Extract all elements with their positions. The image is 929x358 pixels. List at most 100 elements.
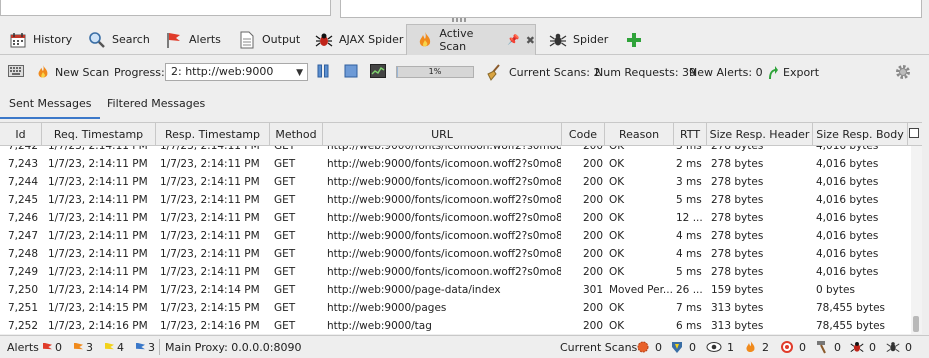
cell-method: GET: [274, 176, 296, 188]
new-scan-flame-icon: [37, 64, 49, 80]
cell-rtt: 3 ms: [676, 146, 702, 152]
cell-resp-timestamp: 1/7/23, 2:14:11 PM: [160, 212, 260, 224]
table-row[interactable]: 7,246 1/7/23, 2:14:11 PM 1/7/23, 2:14:11 P…: [0, 209, 908, 227]
tab-ajax-spider[interactable]: AJAX Spider: [306, 24, 403, 55]
table-row[interactable]: 7,243 1/7/23, 2:14:11 PM 1/7/23, 2:14:11 P…: [0, 155, 908, 173]
column-chooser-icon[interactable]: [909, 128, 919, 138]
table-row[interactable]: 7,248 1/7/23, 2:14:11 PM 1/7/23, 2:14:11 P…: [0, 245, 908, 263]
cell-method: GET: [274, 146, 296, 152]
tab-alerts[interactable]: Alerts: [156, 24, 221, 55]
cell-id: 7,252: [7, 320, 38, 332]
scan-count-target[interactable]: 0: [780, 336, 806, 358]
column-header-req-timestamp[interactable]: Req. Timestamp: [42, 123, 156, 146]
tab-active-scan[interactable]: Active Scan 📌 ✖: [406, 24, 536, 55]
cell-rtt: 3 ms: [676, 176, 702, 188]
keyboard-icon[interactable]: [8, 65, 24, 77]
tab-filtered-messages[interactable]: Filtered Messages: [98, 93, 214, 119]
cell-size-resp-body: 4,016 bytes: [816, 212, 879, 224]
cell-code: 200: [582, 230, 603, 242]
add-tab-button[interactable]: [616, 24, 649, 55]
alert-low-count[interactable]: 4: [105, 336, 124, 358]
broom-icon[interactable]: [485, 63, 503, 81]
tab-spider[interactable]: Spider: [540, 24, 608, 55]
cell-id: 7,244: [7, 176, 38, 188]
tab-history[interactable]: History: [0, 24, 72, 55]
cell-rtt: 12 ...: [676, 212, 703, 224]
cell-req-timestamp: 1/7/23, 2:14:11 PM: [48, 248, 148, 260]
alerts-flag-icon: [165, 31, 183, 49]
cell-resp-timestamp: 1/7/23, 2:14:11 PM: [160, 194, 260, 206]
cell-url: http://web:9000/fonts/icomoon.woff2?s0mo…: [327, 146, 561, 152]
column-header-method[interactable]: Method: [270, 123, 323, 146]
table-row[interactable]: 7,245 1/7/23, 2:14:11 PM 1/7/23, 2:14:11 P…: [0, 191, 908, 209]
bottom-tab-bar: History Search Alerts Output AJAX Spider…: [0, 24, 929, 55]
scan-count-spider-2[interactable]: 0: [886, 336, 912, 358]
cell-url: http://web:9000/fonts/icomoon.woff2?s0mo…: [327, 230, 561, 242]
column-header-id[interactable]: Id: [0, 123, 42, 146]
progress-label: Progress:: [114, 66, 165, 79]
num-requests-count: Num Requests: 39: [595, 66, 697, 79]
table-row[interactable]: 7,249 1/7/23, 2:14:11 PM 1/7/23, 2:14:11 P…: [0, 263, 908, 281]
cell-rtt: 4 ms: [676, 248, 702, 260]
cell-size-resp-body: 4,016 bytes: [816, 194, 879, 206]
column-header-resp-timestamp[interactable]: Resp. Timestamp: [156, 123, 270, 146]
cell-code: 200: [582, 248, 603, 260]
column-header-reason[interactable]: Reason: [605, 123, 674, 146]
tab-sent-messages[interactable]: Sent Messages: [0, 93, 101, 119]
table-row[interactable]: 7,244 1/7/23, 2:14:11 PM 1/7/23, 2:14:11 P…: [0, 173, 908, 191]
split-pane-grip[interactable]: [452, 18, 466, 22]
export-button[interactable]: Export: [766, 64, 819, 80]
new-scan-button[interactable]: New Scan: [37, 64, 109, 80]
cell-code: 200: [582, 176, 603, 188]
progress-select-value: 2: http://web:9000: [171, 65, 274, 78]
table-row[interactable]: 7,252 1/7/23, 2:14:16 PM 1/7/23, 2:14:16 P…: [0, 317, 908, 334]
scrollbar-thumb[interactable]: [913, 316, 919, 332]
scan-count-flame[interactable]: 2: [745, 336, 769, 358]
pin-icon[interactable]: 📌: [507, 35, 519, 46]
scan-count-brute[interactable]: 0: [815, 336, 841, 358]
column-header-url[interactable]: URL: [323, 123, 562, 146]
alert-medium-count[interactable]: 3: [74, 336, 93, 358]
close-icon[interactable]: ✖: [526, 34, 535, 47]
tab-search[interactable]: Search: [79, 24, 150, 55]
scan-count-spider[interactable]: 0: [670, 336, 696, 358]
eye-icon: [706, 341, 722, 353]
alert-high-value: 0: [55, 340, 62, 354]
alert-high-count[interactable]: 0: [43, 336, 62, 358]
column-header-size-resp-header[interactable]: Size Resp. Header: [707, 123, 813, 146]
tab-output[interactable]: Output: [229, 24, 300, 55]
scan-count-active[interactable]: 0: [636, 336, 662, 358]
table-row[interactable]: 7,242 1/7/23, 2:14:11 PM 1/7/23, 2:14:11 P…: [0, 146, 908, 155]
scan-count-eye[interactable]: 1: [706, 336, 734, 358]
sent-messages-table: Id Req. Timestamp Resp. Timestamp Method…: [0, 122, 922, 334]
alert-info-count[interactable]: 3: [136, 336, 155, 358]
request-response-pane[interactable]: [340, 0, 922, 18]
scan-count-ajax-spider[interactable]: 0: [850, 336, 876, 358]
scan-count-value: 0: [869, 340, 876, 354]
cell-req-timestamp: 1/7/23, 2:14:11 PM: [48, 266, 148, 278]
column-header-size-resp-body[interactable]: Size Resp. Body: [813, 123, 908, 146]
sites-tree-pane[interactable]: [0, 0, 331, 16]
cell-url: http://web:9000/fonts/icomoon.woff2?s0mo…: [327, 158, 561, 170]
column-header-code[interactable]: Code: [562, 123, 605, 146]
table-header: Id Req. Timestamp Resp. Timestamp Method…: [0, 123, 922, 146]
cell-rtt: 7 ms: [676, 302, 702, 314]
stop-button[interactable]: [344, 64, 358, 78]
column-header-rtt[interactable]: RTT: [674, 123, 707, 146]
pause-button[interactable]: [317, 64, 329, 78]
cell-url: http://web:9000/fonts/icomoon.woff2?s0mo…: [327, 266, 561, 278]
options-gear-icon[interactable]: [894, 63, 912, 81]
scan-monitor-icon[interactable]: [370, 64, 386, 78]
table-row[interactable]: 7,250 1/7/23, 2:14:14 PM 1/7/23, 2:14:14 P…: [0, 281, 908, 299]
progress-scan-select[interactable]: 2: http://web:9000 ▼: [165, 63, 308, 81]
cell-code: 200: [582, 158, 603, 170]
cell-url: http://web:9000/fonts/icomoon.woff2?s0mo…: [327, 194, 561, 206]
scan-count-value: 0: [905, 340, 912, 354]
table-scrollbar[interactable]: [911, 146, 922, 334]
cell-resp-timestamp: 1/7/23, 2:14:11 PM: [160, 248, 260, 260]
cell-rtt: 2 ms: [676, 158, 702, 170]
table-row[interactable]: 7,247 1/7/23, 2:14:11 PM 1/7/23, 2:14:11 P…: [0, 227, 908, 245]
cell-req-timestamp: 1/7/23, 2:14:14 PM: [48, 284, 148, 296]
cell-size-resp-body: 4,016 bytes: [816, 146, 879, 152]
table-row[interactable]: 7,251 1/7/23, 2:14:15 PM 1/7/23, 2:14:15 P…: [0, 299, 908, 317]
